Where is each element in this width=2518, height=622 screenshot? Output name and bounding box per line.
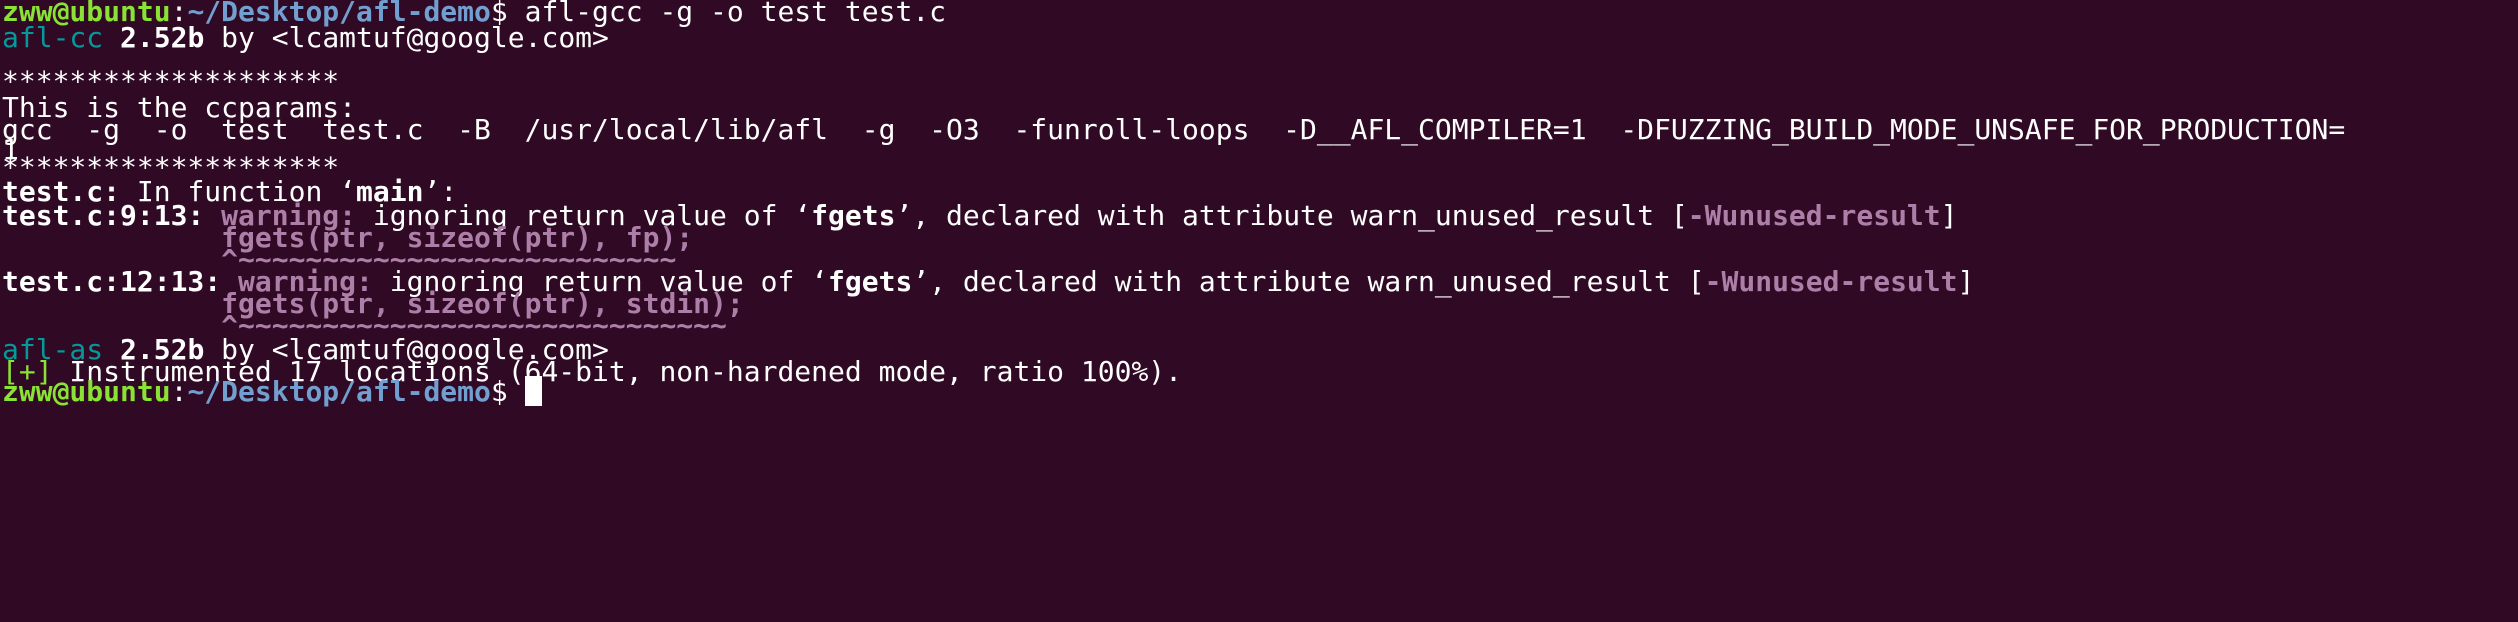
warning-close-bracket: ] (1940, 199, 1958, 232)
warning-flag: -Wunused-result (1704, 265, 1958, 298)
warning-close-bracket: ] (1957, 265, 1975, 298)
warning-message-rest: ’, declared with attribute warn_unused_r… (912, 265, 1705, 298)
afl-cc-version: 2.52b (120, 21, 205, 54)
terminal-window[interactable]: zww@ubuntu:~/Desktop/afl-demo$ afl-gcc -… (0, 0, 2518, 622)
ccparams-line: gcc -g -o test test.c -B /usr/local/lib/… (2, 112, 2345, 148)
warning-function: fgets (828, 265, 913, 298)
afl-cc-name: afl-cc (2, 21, 104, 54)
prompt-line-current[interactable]: zww@ubuntu:~/Desktop/afl-demo$ (2, 374, 542, 410)
ccparams-text: gcc -g -o test test.c -B /usr/local/lib/… (2, 113, 2346, 146)
warning-function: fgets (811, 199, 896, 232)
warning-flag: -Wunused-result (1687, 199, 1941, 232)
text-cursor (524, 376, 542, 406)
prompt-user-host: zww@ubuntu (2, 375, 171, 408)
afl-cc-banner: afl-cc 2.52b by <lcamtuf@google.com> (2, 20, 609, 56)
prompt-separator: : (170, 375, 188, 408)
prompt-symbol: $ (490, 375, 525, 408)
prompt-path: ~/Desktop/afl-demo (187, 375, 491, 408)
afl-cc-author: by <lcamtuf@google.com> (204, 21, 609, 54)
warning-message-rest: ’, declared with attribute warn_unused_r… (895, 199, 1688, 232)
